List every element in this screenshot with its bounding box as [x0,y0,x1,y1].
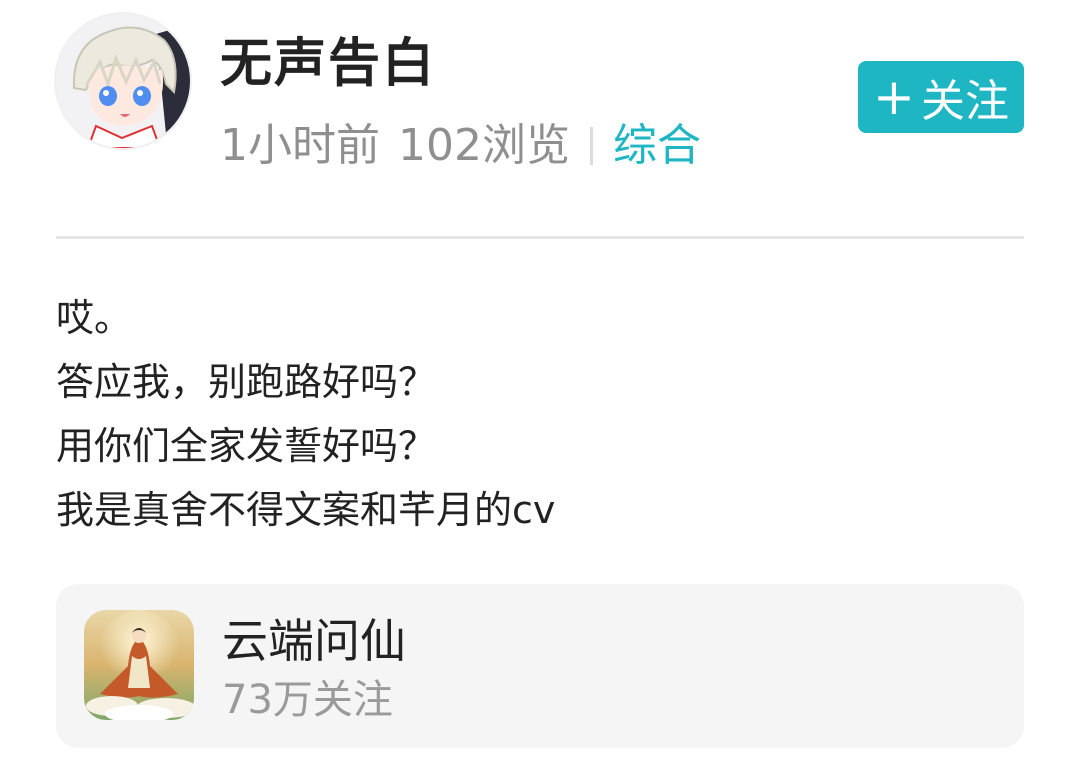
category-tag[interactable]: 综合 [613,124,701,168]
content-line: 哎。 [56,296,133,340]
content-line: 我是真舍不得文案和芊月的cv [56,488,556,532]
game-card[interactable]: 云端问仙 73万关注 [56,584,1024,748]
content-line: 答应我，别跑路好吗？ [56,360,437,404]
meta-divider [589,127,593,165]
post-header: 无声告白 1小时前 102浏览 综合 + 关注 [56,14,1024,174]
plus-icon: + [873,68,915,126]
anime-avatar-icon [56,14,190,148]
follow-button-label: 关注 [920,76,1009,127]
view-count: 102浏览 [398,120,570,171]
game-follower-count: 73万关注 [222,677,393,723]
author-avatar[interactable] [56,14,190,148]
header-divider [56,236,1024,239]
follow-button[interactable]: + 关注 [858,61,1024,133]
content-line: 用你们全家发誓好吗？ [56,424,437,468]
post-time: 1小时前 [220,120,380,171]
game-icon [84,610,194,720]
post-meta: 1小时前 102浏览 综合 [220,116,701,176]
post-page: 无声告白 1小时前 102浏览 综合 + 关注 哎。 答应我，别跑路好吗？ 用你… [0,0,1080,772]
post-content: 哎。 答应我，别跑路好吗？ 用你们全家发誓好吗？ 我是真舍不得文案和芊月的cv [56,286,1024,542]
author-name[interactable]: 无声告白 [220,38,436,90]
game-title: 云端问仙 [222,614,406,668]
game-artwork-icon [84,610,194,720]
